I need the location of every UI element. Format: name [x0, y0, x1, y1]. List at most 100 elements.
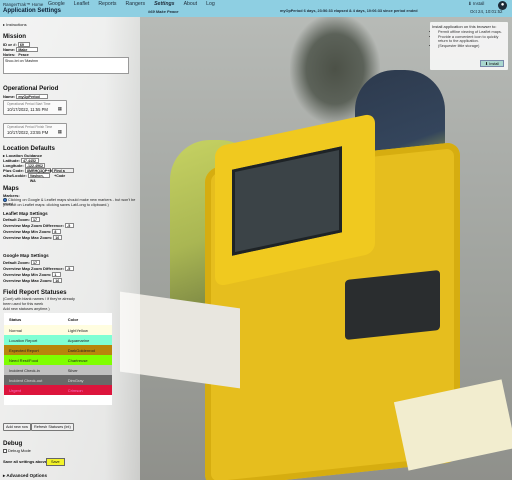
status-color-cell[interactable]: DarkGoldenrod	[63, 345, 112, 355]
nav-menu: Google Leaflet Reports Rangers Settings …	[48, 1, 215, 7]
status-row[interactable]: Incident Check-in Silver	[4, 365, 112, 375]
op-name-label: Name:	[3, 94, 16, 99]
status-color-cell[interactable]	[63, 395, 112, 405]
nav-settings[interactable]: Settings	[154, 1, 174, 7]
status-name-cell[interactable]: Urgent	[4, 385, 63, 395]
markers-note: (Default on Leaflet maps: clicking saves…	[3, 203, 109, 207]
location-heading: Location Defaults	[3, 145, 55, 152]
op-period-heading: Operational Period	[3, 85, 59, 92]
color-column-header: Color	[62, 313, 112, 325]
radio-unit	[345, 270, 440, 340]
status-color-cell[interactable]: Chartreuse	[63, 355, 112, 365]
op-start-field[interactable]: Operational Period Start Time 10/17/2022…	[3, 100, 67, 115]
google-min-zoom-input[interactable]: 1	[52, 272, 62, 278]
status-color-cell[interactable]: Crimson	[63, 385, 112, 395]
status-color-cell[interactable]: DimGray	[63, 375, 112, 385]
install-link-label: Install	[472, 1, 485, 6]
statuses-note-1: (Cont) with blank names / if they're alr…	[3, 297, 75, 301]
status-row[interactable]: Urgent Crimson	[4, 385, 112, 395]
debug-mode-label: Debug Mode	[8, 448, 31, 453]
statuses-note-2: been used for this week	[3, 302, 44, 306]
debug-mode-checkbox[interactable]	[3, 448, 7, 453]
refresh-statuses-button[interactable]: Refresh Statuses (lnt)	[31, 423, 74, 431]
status-name-cell[interactable]: Incident Check-out	[4, 375, 63, 385]
google-min-zoom-label: Overview Map Min Zoom:	[3, 272, 52, 277]
google-zoom-label: Default Zoom:	[3, 260, 30, 265]
advanced-options-label: Advanced Options	[6, 473, 48, 478]
install-card-item: (Sequester little storage)	[438, 44, 506, 49]
save-button[interactable]: Save	[46, 458, 65, 466]
status-color-cell[interactable]: Aquamarine	[63, 335, 112, 345]
mission-badge: #69 Make Peace	[148, 9, 179, 14]
nav-google[interactable]: Google	[48, 1, 65, 7]
nav-leaflet[interactable]: Leaflet	[74, 1, 90, 7]
install-button-label: Install	[489, 62, 500, 66]
status-name-cell[interactable]: Expected Report	[4, 345, 63, 355]
add-row-button[interactable]: Add new row	[3, 423, 31, 431]
leaflet-min-zoom-input[interactable]: 8	[52, 229, 62, 235]
leaflet-zoom-label: Default Zoom:	[3, 217, 30, 222]
nav-rangers[interactable]: Rangers	[125, 1, 145, 7]
calendar-icon[interactable]: ▦	[58, 129, 62, 135]
google-max-zoom-label: Overview Map Max Zoom:	[3, 278, 53, 283]
find-code-button[interactable]: Find a +Code	[52, 168, 75, 178]
leaflet-min-zoom-label: Overview Map Min Zoom:	[3, 229, 52, 234]
status-row[interactable]: Incident Check-out DimGray	[4, 375, 112, 385]
save-label: Save all settings above:	[3, 459, 49, 464]
install-card-item: Provide a convenient icon to quickly ret…	[438, 35, 506, 44]
status-name-cell[interactable]: Location Report	[4, 335, 63, 345]
status-row[interactable]: Location Report Aquamarine	[4, 335, 112, 345]
install-button[interactable]: ⬇ Install	[480, 60, 504, 67]
google-max-zoom-input[interactable]: 16	[53, 278, 63, 284]
mission-name-input[interactable]: Make Peace	[16, 47, 39, 57]
install-card-list: Permit offline viewing of Leaflet maps. …	[438, 30, 506, 48]
op-end-caption: Operational Period Finish Time	[7, 125, 53, 129]
status-row[interactable]: Need Rest/Food Chartreuse	[4, 355, 112, 365]
instructions-toggle[interactable]: ▸ Instructions	[3, 22, 27, 27]
leaflet-max-zoom-label: Overview Map Max Zoom:	[3, 235, 53, 240]
status-row[interactable]: Normal LightYellow	[4, 325, 112, 335]
top-bar: RangerTrak™ Home Application Settings Go…	[0, 0, 512, 17]
leaflet-max-zoom-input[interactable]: 16	[53, 235, 63, 241]
install-card: Install application on this browser to: …	[430, 22, 508, 70]
w3w-label: w3w/Lookie:	[3, 173, 27, 178]
nav-about[interactable]: About	[184, 1, 198, 7]
install-link[interactable]: ⬇ Install	[468, 1, 484, 7]
op-end-field[interactable]: Operational Period Finish Time 10/17/202…	[3, 123, 67, 138]
google-zoom-diff-input[interactable]: -5	[65, 266, 75, 272]
status-color-cell[interactable]: LightYellow	[63, 325, 112, 335]
op-end-value: 10/17/2022, 23:55 PM	[7, 130, 49, 135]
status-name-cell[interactable]	[4, 395, 63, 405]
status-name-cell[interactable]: Incident Check-in	[4, 365, 63, 375]
w3w-input[interactable]: Vashon, WA	[27, 173, 50, 183]
status-row[interactable]: Expected Report DarkGoldenrod	[4, 345, 112, 355]
leaflet-zoom-diff-label: Overview Map Zoom Difference:	[3, 223, 64, 228]
leaflet-settings-heading: Leaflet Map Settings	[3, 211, 48, 216]
clock: Oct 24, 10:01:52	[470, 9, 503, 14]
status-name-cell[interactable]: Normal	[4, 325, 63, 335]
op-start-value: 10/17/2022, 11:55 PM	[7, 107, 48, 112]
leaflet-zoom-diff-input[interactable]: -5	[65, 223, 75, 229]
status-column-header: Status	[4, 313, 63, 325]
statuses-note-3: Add new statuses anytime.)	[3, 307, 50, 311]
nav-reports[interactable]: Reports	[98, 1, 116, 7]
mission-heading: Mission	[3, 33, 27, 40]
google-zoom-diff-label: Overview Map Zoom Difference:	[3, 266, 64, 271]
leaflet-zoom-input[interactable]: 17	[31, 217, 41, 223]
nav-log[interactable]: Log	[206, 1, 215, 7]
google-zoom-input[interactable]: 17	[31, 260, 41, 266]
statuses-heading: Field Report Statuses	[3, 289, 67, 296]
op-name-input[interactable]: myOpPeriod	[16, 94, 49, 100]
status-color-cell[interactable]: Silver	[63, 365, 112, 375]
status-row[interactable]	[4, 395, 112, 405]
status-table: Status Color Normal LightYellow Location Re…	[4, 313, 112, 405]
mission-notes-textarea[interactable]: Shoo-bri on 'Mashnn	[3, 57, 129, 74]
brand-home-link[interactable]: RangerTrak™ Home	[3, 2, 43, 7]
status-name-cell[interactable]: Need Rest/Food	[4, 355, 63, 365]
calendar-icon[interactable]: ▦	[58, 106, 62, 112]
page-title: Application Settings	[3, 8, 62, 14]
install-card-item: Permit offline viewing of Leaflet maps.	[438, 30, 506, 35]
settings-panel: ▸ Instructions Mission ID or #: 69 Name:…	[0, 17, 140, 480]
advanced-options-toggle[interactable]: ▸ Advanced Options	[3, 473, 47, 479]
op-start-caption: Operational Period Start Time	[7, 102, 51, 106]
